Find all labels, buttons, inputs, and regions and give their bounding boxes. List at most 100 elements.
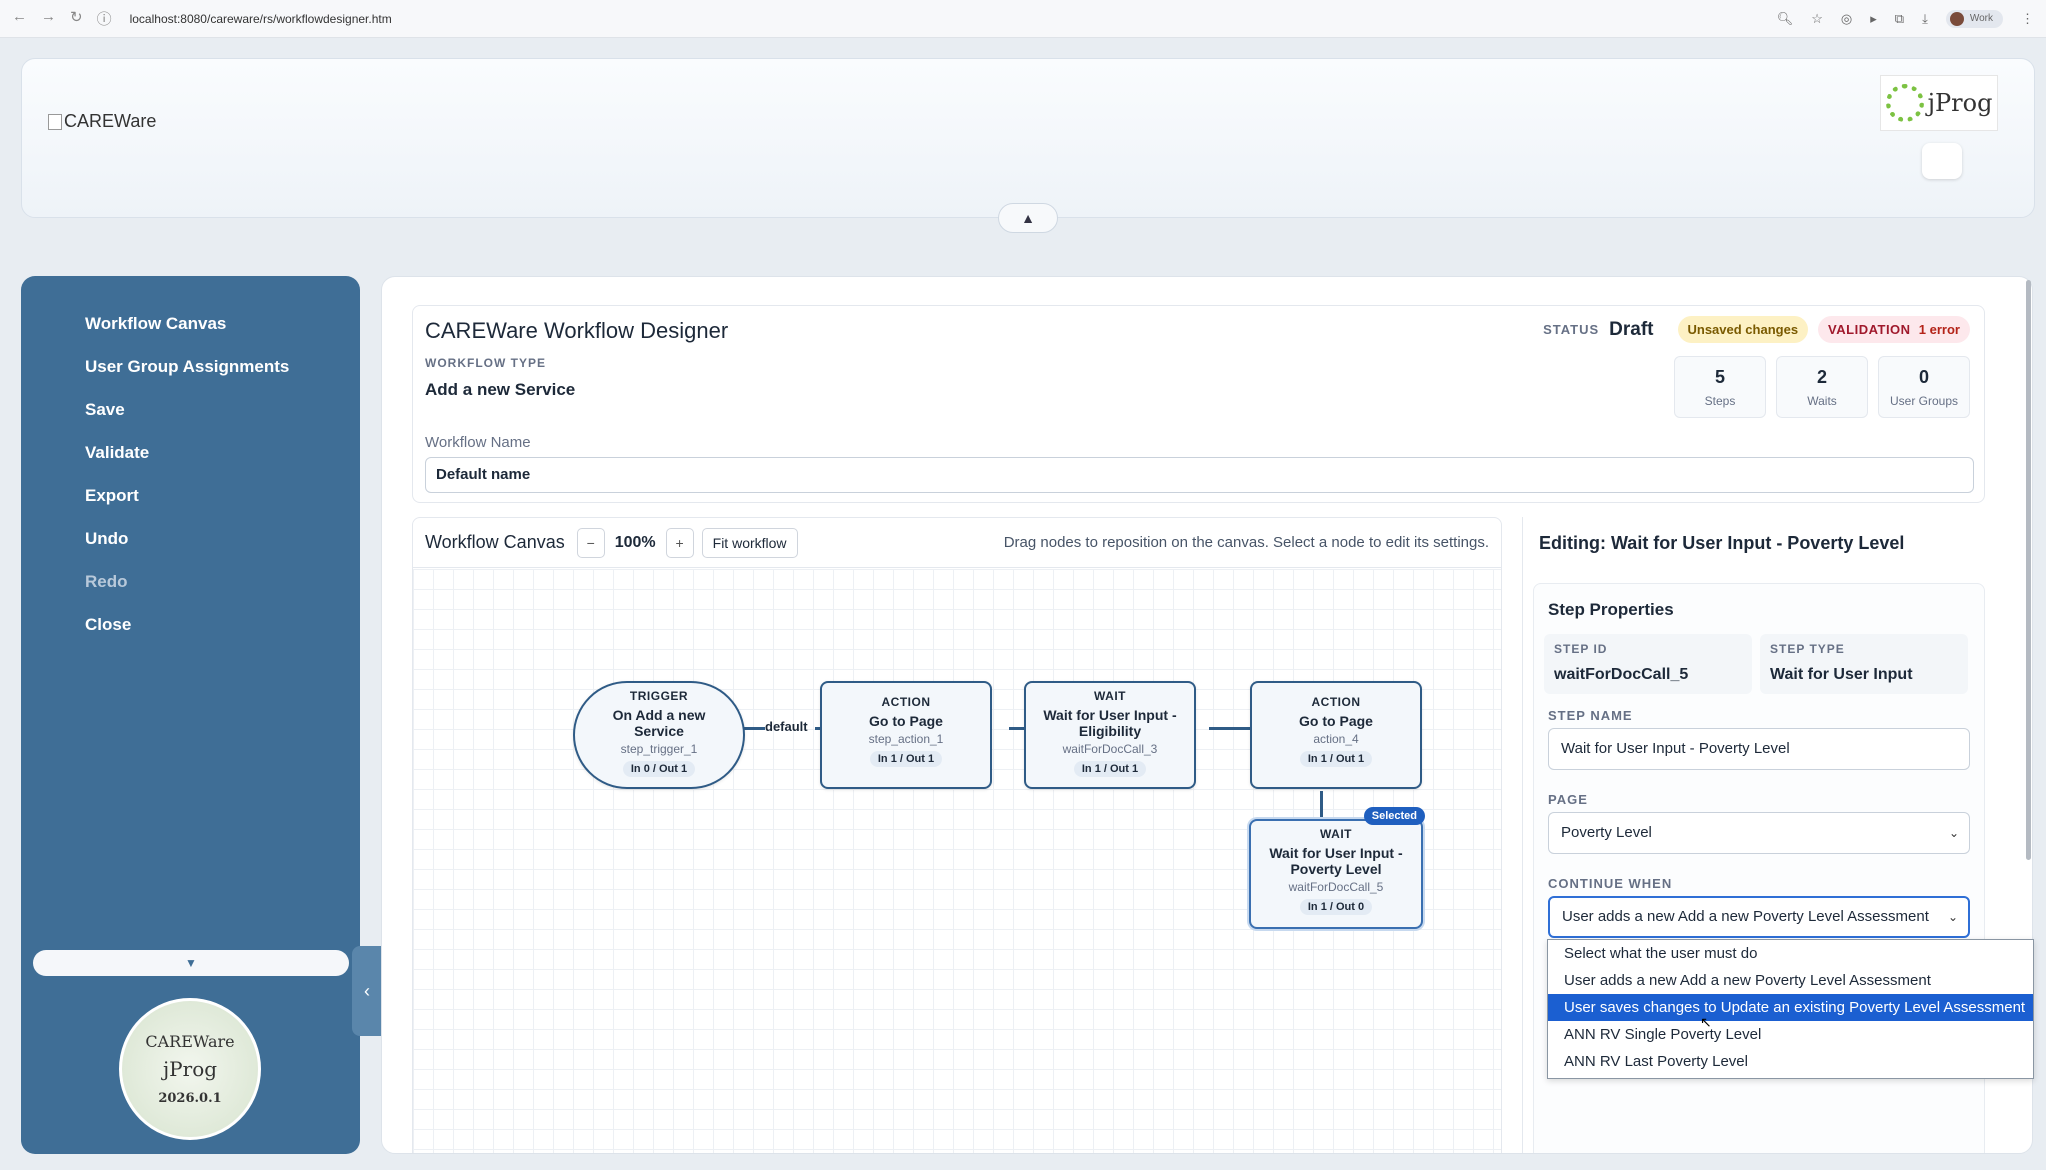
status-value: Draft <box>1609 318 1654 340</box>
back-icon[interactable]: ← <box>12 8 27 29</box>
dropdown-option[interactable]: Select what the user must do <box>1548 940 2033 967</box>
extension-icon[interactable]: ◎ <box>1841 11 1852 27</box>
zoom-in-button[interactable]: + <box>665 527 694 558</box>
chevron-up-icon: ▲ <box>1021 210 1035 226</box>
node-kind: ACTION <box>1311 695 1361 709</box>
page-select[interactable]: Poverty Level ⌄ <box>1548 812 1970 854</box>
stat-waits: 2 Waits <box>1776 356 1868 418</box>
node-id: waitForDocCall_5 <box>1288 880 1384 894</box>
forward-icon[interactable]: → <box>41 8 56 29</box>
canvas-grid[interactable]: default TRIGGER On Add a new Service ste… <box>413 569 1501 1153</box>
node-wait-eligibility[interactable]: WAIT Wait for User Input - Eligibility w… <box>1024 681 1196 789</box>
bookmark-icon[interactable]: ☆ <box>1811 11 1823 27</box>
validation-badge[interactable]: VALIDATION 1 error <box>1818 316 1970 343</box>
validation-value: 1 error <box>1918 322 1960 337</box>
node-wait-poverty-level[interactable]: Selected WAIT Wait for User Input - Pove… <box>1249 807 1425 929</box>
sidebar-scroll-button[interactable]: ▼ <box>33 950 349 976</box>
node-trigger[interactable]: TRIGGER On Add a new Service step_trigge… <box>573 681 745 789</box>
step-id-box: STEP ID waitForDocCall_5 <box>1544 634 1752 694</box>
step-id-value: waitForDocCall_5 <box>1554 666 1689 683</box>
jprog-logo: jProg <box>1880 75 1998 131</box>
node-title: Go to Page <box>1299 713 1373 729</box>
workflow-type-value: Add a new Service <box>425 380 576 399</box>
download-icon[interactable]: ⤓ <box>1922 11 1928 27</box>
sidebar-collapse-button[interactable]: ‹ <box>352 946 382 1036</box>
chevron-left-icon: ‹ <box>364 980 370 1001</box>
canvas-hint: Drag nodes to reposition on the canvas. … <box>1003 534 1489 551</box>
sidebar-item-workflow-canvas[interactable]: Workflow Canvas <box>21 302 360 345</box>
dropdown-option-highlighted[interactable]: User saves changes to Update an existing… <box>1548 994 2033 1021</box>
workflow-type-label: WORKFLOW TYPE <box>425 356 546 370</box>
chevron-down-icon: ⌄ <box>1947 910 1958 924</box>
seal-version-text: 2026.0.1 <box>158 1091 222 1106</box>
fit-workflow-button[interactable]: Fit workflow <box>701 527 798 558</box>
edge-trigger-action1 <box>743 727 765 730</box>
editing-title: Editing: Wait for User Input - Poverty L… <box>1539 533 1905 553</box>
node-title: Wait for User Input - Eligibility <box>1043 707 1177 739</box>
sidebar-item-close[interactable]: Close <box>21 603 360 646</box>
page-select-value: Poverty Level <box>1561 824 1652 841</box>
status-label: STATUS <box>1543 322 1600 337</box>
stat-label: Steps <box>1704 393 1736 408</box>
sidebar-item-export[interactable]: Export <box>21 474 360 517</box>
validation-label: VALIDATION <box>1828 322 1911 337</box>
step-name-input[interactable]: Wait for User Input - Poverty Level <box>1548 728 1970 770</box>
sidebar-item-validate[interactable]: Validate <box>21 431 360 474</box>
media-icon[interactable]: ▸ <box>1870 11 1877 27</box>
dropdown-option[interactable]: User adds a new Add a new Poverty Level … <box>1548 967 2033 994</box>
workflow-name-input[interactable]: Default name <box>425 457 1974 493</box>
menu-icon[interactable]: ⋮ <box>2021 11 2034 27</box>
node-io: In 1 / Out 1 <box>869 751 943 767</box>
node-title: On Add a new Service <box>612 707 706 739</box>
node-action-1[interactable]: ACTION Go to Page step_action_1 In 1 / O… <box>820 681 992 789</box>
page-label: PAGE <box>1548 792 1588 807</box>
profile-name: Work <box>1969 13 1993 24</box>
chevron-down-icon: ▼ <box>185 956 197 970</box>
header-collapse-button[interactable]: ▲ <box>998 203 1058 233</box>
seal-top-text: CAREWare <box>145 1032 235 1051</box>
node-kind: WAIT <box>1320 827 1352 841</box>
sidebar-item-undo[interactable]: Undo <box>21 517 360 560</box>
node-io: In 1 / Out 1 <box>1073 761 1147 777</box>
selected-badge: Selected <box>1363 807 1425 825</box>
careware-jprog-seal: CAREWare jProg 2026.0.1 <box>119 998 261 1140</box>
profile-button[interactable]: Work <box>1945 9 2003 28</box>
stat-number: 5 <box>1714 366 1725 387</box>
sidebar: Workflow Canvas User Group Assignments S… <box>21 276 382 1154</box>
puzzle-icon[interactable]: ⧉ <box>1895 11 1904 27</box>
main-scrollbar[interactable] <box>2026 280 2031 860</box>
workflow-canvas-section: Workflow Canvas − 100% + Fit workflow Dr… <box>412 517 1502 1153</box>
jprog-ring-icon <box>1885 84 1924 122</box>
reload-icon[interactable]: ↻ <box>70 8 83 29</box>
node-kind: WAIT <box>1094 689 1126 703</box>
chevron-down-icon: ⌄ <box>1948 826 1959 840</box>
node-io: In 0 / Out 1 <box>622 761 696 777</box>
header-menu-button[interactable] <box>1922 143 1962 179</box>
dropdown-option[interactable]: ANN RV Last Poverty Level <box>1548 1048 2033 1075</box>
mouse-cursor-icon: ↖ <box>1700 1014 1712 1030</box>
browser-nav: ← → ↻ ⓘ <box>12 8 112 29</box>
site-info-icon[interactable]: ⓘ <box>97 8 112 29</box>
sidebar-item-save[interactable]: Save <box>21 388 360 431</box>
node-id: step_action_1 <box>868 732 944 746</box>
broken-image-icon <box>48 113 62 130</box>
edge-label-default: default <box>765 719 808 734</box>
node-action-4[interactable]: ACTION Go to Page action_4 In 1 / Out 1 <box>1250 681 1422 789</box>
stat-steps: 5 Steps <box>1674 356 1766 418</box>
step-type-label: STEP TYPE <box>1770 642 1845 656</box>
app-header: CAREWare jProg <box>21 58 2035 218</box>
zoom-icon[interactable]: 🔍︎ <box>1777 11 1794 27</box>
node-title: Wait for User Input - Poverty Level <box>1269 845 1403 877</box>
step-id-label: STEP ID <box>1554 642 1608 656</box>
step-type-value: Wait for User Input <box>1770 666 1913 683</box>
zoom-out-button[interactable]: − <box>576 527 605 558</box>
page-title: CAREWare Workflow Designer <box>425 318 729 343</box>
stat-label: User Groups <box>1889 393 1959 408</box>
dropdown-option[interactable]: ANN RV Single Poverty Level <box>1548 1021 2033 1048</box>
sidebar-item-user-group-assignments[interactable]: User Group Assignments <box>21 345 360 388</box>
continue-when-select[interactable]: User adds a new Add a new Poverty Level … <box>1548 896 1970 938</box>
sidebar-item-redo[interactable]: Redo <box>21 560 360 603</box>
canvas-title: Workflow Canvas <box>425 532 565 552</box>
address-bar[interactable]: localhost:8080/careware/rs/workflowdesig… <box>130 12 1777 26</box>
workflow-name-label: Workflow Name <box>425 434 531 451</box>
